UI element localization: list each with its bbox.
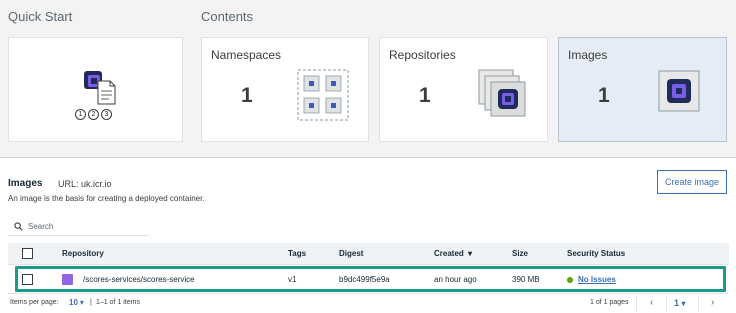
items-per-page-select[interactable]: 10 ▾ xyxy=(69,298,84,307)
pages-label: 1 of 1 pages xyxy=(590,299,629,306)
images-description: An image is the basis for creating a dep… xyxy=(8,194,205,203)
search-input[interactable] xyxy=(28,221,138,231)
pager-separator xyxy=(698,297,699,311)
column-created-label: Created xyxy=(434,249,464,258)
next-page-icon[interactable]: › xyxy=(711,297,714,308)
pager-separator xyxy=(636,297,637,311)
repositories-card[interactable]: Repositories 1 xyxy=(379,37,548,142)
images-count: 1 xyxy=(598,84,610,107)
step-circle: 1 xyxy=(75,109,86,120)
current-page: 1 xyxy=(674,298,680,308)
images-panel-title: Images xyxy=(8,178,43,189)
step-circle: 3 xyxy=(101,109,112,120)
column-digest[interactable]: Digest xyxy=(339,249,363,258)
column-security-status[interactable]: Security Status xyxy=(567,249,625,258)
repositories-count: 1 xyxy=(419,84,431,107)
column-created[interactable]: Created ▾ xyxy=(434,249,472,258)
pager-separator xyxy=(666,297,667,311)
search-box[interactable] xyxy=(8,217,149,236)
search-icon xyxy=(14,221,23,231)
pagination-bar: Items per page: 10 ▾ | 1–1 of 1 items 1 … xyxy=(8,293,729,313)
chevron-down-icon: ▾ xyxy=(79,298,84,307)
namespaces-icon xyxy=(297,69,349,121)
page-select[interactable]: 1 ▾ xyxy=(674,298,686,308)
pipe-separator: | xyxy=(90,299,92,306)
contents-label: Contents xyxy=(201,9,254,24)
step-circle: 2 xyxy=(88,109,99,120)
items-per-page-label: Items per page: xyxy=(10,299,59,306)
column-size[interactable]: Size xyxy=(512,249,528,258)
chevron-down-icon: ▾ xyxy=(681,299,686,308)
repositories-title: Repositories xyxy=(389,48,456,62)
images-panel: Images URL: uk.icr.io An image is the ba… xyxy=(0,158,736,313)
images-title: Images xyxy=(568,48,608,62)
namespaces-title: Namespaces xyxy=(211,48,282,62)
items-per-page-value: 10 xyxy=(69,298,78,307)
sort-descending-icon: ▾ xyxy=(468,249,473,258)
namespaces-card[interactable]: Namespaces 1 xyxy=(201,37,369,142)
namespaces-count: 1 xyxy=(241,84,253,107)
previous-page-icon[interactable]: ‹ xyxy=(650,297,653,308)
quick-start-card[interactable]: 1 2 3 xyxy=(8,37,183,142)
select-all-checkbox[interactable] xyxy=(22,248,33,259)
items-range: 1–1 of 1 items xyxy=(96,299,140,306)
column-tags[interactable]: Tags xyxy=(288,249,306,258)
row-highlight-frame xyxy=(15,266,726,292)
table-header: Repository Tags Digest Created ▾ Size Se… xyxy=(8,243,729,265)
quick-start-steps: 1 2 3 xyxy=(75,109,112,120)
registry-document-icon xyxy=(84,71,116,105)
quick-start-label: Quick Start xyxy=(8,9,73,24)
repositories-icon xyxy=(478,69,526,117)
images-card[interactable]: Images 1 xyxy=(558,37,727,142)
image-icon xyxy=(658,70,700,112)
column-repository[interactable]: Repository xyxy=(62,249,104,258)
registry-url: URL: uk.icr.io xyxy=(58,179,112,189)
create-image-button[interactable]: Create image xyxy=(657,170,727,194)
